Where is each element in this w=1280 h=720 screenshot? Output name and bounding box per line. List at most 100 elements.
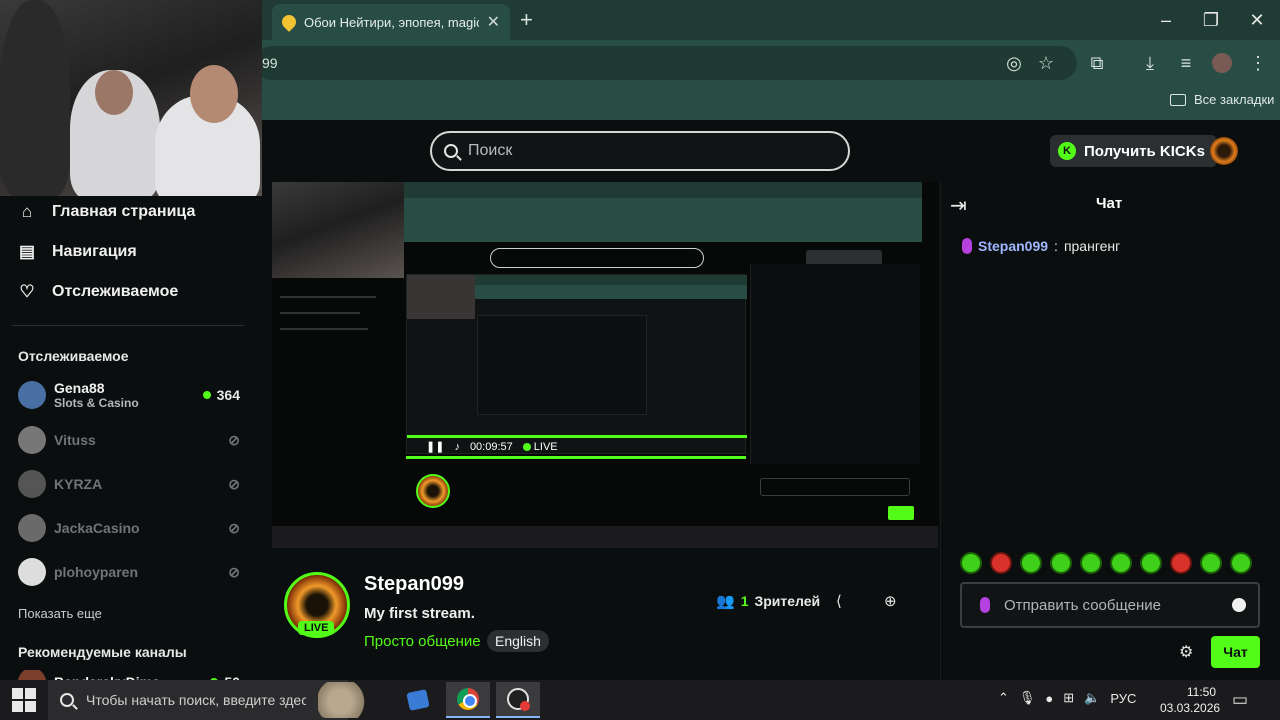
video-live-label: LIVE bbox=[533, 440, 558, 453]
chat-collapse-icon[interactable]: ⇥ bbox=[950, 193, 967, 218]
mute-icon[interactable]: ♪ bbox=[454, 441, 460, 453]
minimize-button[interactable]: – bbox=[1151, 8, 1181, 32]
stream-title: My first stream. bbox=[364, 605, 475, 622]
taskbar-app-obs[interactable] bbox=[496, 682, 540, 718]
video-toolbar-region bbox=[404, 198, 922, 242]
taskbar-search[interactable]: Чтобы начать поиск, введите здесь запрос bbox=[48, 680, 348, 720]
channel-item-vituss[interactable]: Vituss ⊘ bbox=[18, 425, 240, 455]
folder-icon bbox=[1170, 93, 1186, 106]
tray-language[interactable]: РУС bbox=[1110, 691, 1136, 706]
system-tray: ⌃ 🎙 ● ⊞ 🔈 РУС bbox=[998, 690, 1136, 706]
media-control-icon[interactable]: ≡ bbox=[1174, 53, 1198, 73]
channel-item-jackacasino[interactable]: JackaCasino ⊘ bbox=[18, 513, 240, 543]
emote-icon[interactable] bbox=[990, 552, 1012, 574]
chat-message: Stepan099: прангенг bbox=[962, 238, 1120, 254]
video-chat-input-region bbox=[760, 478, 910, 496]
viewers-icon: 👥 bbox=[716, 593, 735, 610]
emote-icon[interactable] bbox=[1110, 552, 1132, 574]
nav-browse[interactable]: ▤ Навигация bbox=[18, 243, 137, 261]
channel-name: plohoyparen bbox=[54, 564, 139, 580]
nav-home[interactable]: ⌂ Главная страница bbox=[18, 203, 196, 221]
video-taskbar-region bbox=[272, 526, 938, 548]
all-bookmarks[interactable]: Все закладки bbox=[1170, 92, 1274, 107]
search-icon bbox=[60, 693, 74, 707]
channel-name: KYRZA bbox=[54, 476, 103, 492]
emote-icon[interactable] bbox=[1080, 552, 1102, 574]
eye-off-icon[interactable]: ◎ bbox=[1002, 53, 1026, 73]
channel-category: Slots & Casino bbox=[54, 396, 139, 410]
browser-menu-icon[interactable]: ⋮ bbox=[1246, 53, 1270, 73]
tab-close-icon[interactable]: ✕ bbox=[487, 12, 500, 32]
bookmark-star-icon[interactable]: ☆ bbox=[1034, 53, 1058, 73]
emote-icon[interactable] bbox=[1230, 552, 1252, 574]
restore-button[interactable]: ❐ bbox=[1196, 8, 1226, 32]
emote-icon[interactable] bbox=[960, 552, 982, 574]
nav-following-label: Отслеживаемое bbox=[52, 283, 179, 300]
video-search-region bbox=[490, 248, 704, 268]
viewer-number: 1 bbox=[740, 593, 749, 609]
channel-text: Gena88 Slots & Casino bbox=[54, 380, 139, 410]
start-button[interactable] bbox=[12, 688, 36, 712]
channel-viewer-count: 364 bbox=[216, 387, 240, 403]
search-placeholder: Поиск bbox=[468, 142, 513, 159]
emote-icon[interactable] bbox=[1020, 552, 1042, 574]
search-icon bbox=[444, 144, 458, 158]
channel-avatar bbox=[18, 426, 46, 454]
nav-following[interactable]: ♡ Отслеживаемое bbox=[18, 283, 178, 301]
share-icon[interactable]: ⟨ bbox=[836, 592, 842, 610]
get-kicks-label: Получить KICKs bbox=[1084, 142, 1205, 160]
chat-input-placeholder: Отправить сообщение bbox=[1004, 596, 1162, 614]
address-text: 99 bbox=[262, 55, 278, 71]
mic-icon bbox=[980, 597, 990, 613]
close-window-button[interactable]: ✕ bbox=[1242, 8, 1272, 32]
profile-avatar[interactable] bbox=[1212, 53, 1232, 73]
get-kicks-button[interactable]: K Получить KICKs bbox=[1050, 135, 1217, 167]
video-tabbar-region bbox=[404, 182, 922, 198]
tray-chevron-icon[interactable]: ⌃ bbox=[998, 690, 1009, 706]
search-input[interactable]: Поиск bbox=[430, 131, 850, 171]
taskbar-app-mail[interactable] bbox=[396, 682, 440, 718]
emoji-icon[interactable] bbox=[1232, 598, 1246, 612]
taskbar-app-chrome[interactable] bbox=[446, 682, 490, 718]
chat-message-user[interactable]: Stepan099 bbox=[978, 238, 1048, 254]
download-icon[interactable]: ⤓ bbox=[1138, 53, 1162, 73]
chat-title: Чат bbox=[1096, 195, 1123, 212]
chat-message-text: прангенг bbox=[1063, 238, 1121, 254]
chat-send-button[interactable]: Чат bbox=[1211, 636, 1260, 668]
emote-bar bbox=[960, 552, 1252, 574]
tray-app-icon[interactable]: ● bbox=[1045, 691, 1053, 706]
video-chat-region bbox=[750, 264, 920, 464]
user-avatar[interactable] bbox=[1210, 137, 1238, 165]
viewer-label: Зрителей bbox=[754, 593, 821, 609]
follow-user-icon[interactable]: ⊕ bbox=[884, 592, 897, 610]
emote-icon[interactable] bbox=[1200, 552, 1222, 574]
show-more-link[interactable]: Показать еще bbox=[18, 606, 102, 621]
address-bar[interactable] bbox=[255, 46, 1077, 80]
emote-icon[interactable] bbox=[1170, 552, 1192, 574]
stream-category[interactable]: Просто общение bbox=[364, 633, 481, 650]
video-player[interactable]: ❚❚ ♪ 00:09:57 LIVE bbox=[272, 182, 938, 548]
pause-icon[interactable]: ❚❚ bbox=[426, 440, 444, 453]
tray-volume-icon[interactable]: 🔈 bbox=[1084, 690, 1100, 706]
tray-mic-icon[interactable]: 🎙 bbox=[1019, 690, 1036, 706]
channel-item-kyrza[interactable]: KYRZA ⊘ bbox=[18, 469, 240, 499]
browser-tab[interactable]: Обои Нейтири, эпопея, magic ✕ bbox=[272, 4, 510, 40]
stream-tag[interactable]: English bbox=[487, 630, 549, 652]
webcam-background bbox=[0, 0, 70, 196]
streamer-name[interactable]: Stepan099 bbox=[364, 573, 464, 596]
new-tab-button[interactable]: + bbox=[520, 8, 533, 32]
channel-item-plohoyparen[interactable]: plohoyparen ⊘ bbox=[18, 557, 240, 587]
emote-icon[interactable] bbox=[1140, 552, 1162, 574]
chat-message-input[interactable]: Отправить сообщение bbox=[960, 582, 1260, 628]
channel-avatar bbox=[18, 381, 46, 409]
extensions-icon[interactable]: ⧉ bbox=[1085, 53, 1109, 73]
notification-icon[interactable]: ▭ bbox=[1232, 690, 1248, 710]
tab-title: Обои Нейтири, эпопея, magic bbox=[304, 14, 479, 30]
emote-icon[interactable] bbox=[1050, 552, 1072, 574]
taskbar-clock[interactable]: 11:50 03.03.2026 bbox=[1160, 684, 1220, 716]
tray-network-icon[interactable]: ⊞ bbox=[1063, 690, 1074, 706]
video-controls[interactable]: ❚❚ ♪ 00:09:57 LIVE bbox=[426, 440, 558, 454]
channel-item-gena88[interactable]: Gena88 Slots & Casino 364 bbox=[18, 380, 240, 410]
chat-settings-icon[interactable]: ⚙ bbox=[1179, 642, 1193, 662]
offline-icon: ⊘ bbox=[228, 475, 240, 492]
